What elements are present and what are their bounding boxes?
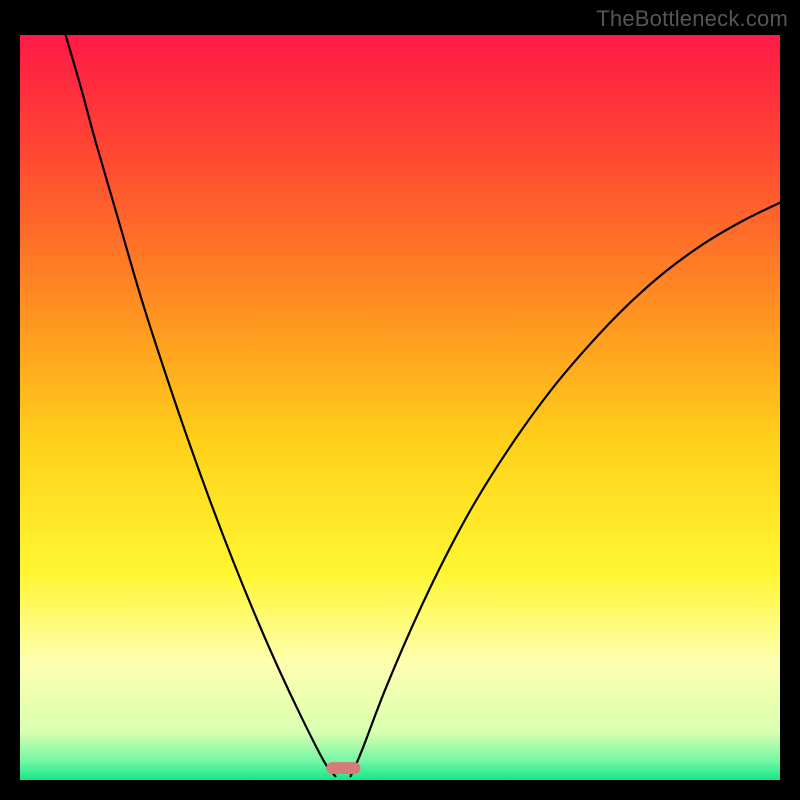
minimum-marker	[326, 762, 360, 774]
gradient-background	[20, 35, 780, 780]
chart-frame	[20, 35, 780, 780]
bottleneck-chart	[20, 35, 780, 780]
watermark-text: TheBottleneck.com	[596, 6, 788, 32]
